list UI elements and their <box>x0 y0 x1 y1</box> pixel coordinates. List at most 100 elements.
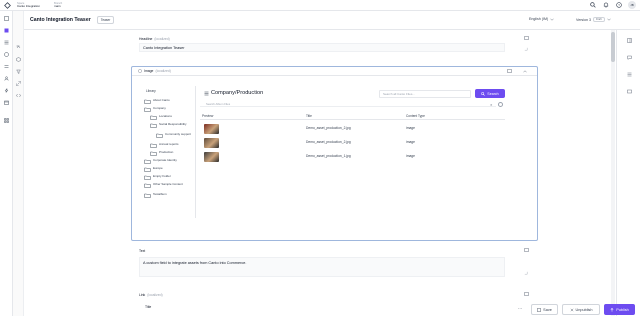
editor-main: Headline (localized) Canto Integration T… <box>24 30 616 316</box>
code-nav-icon[interactable] <box>15 92 22 98</box>
table-row[interactable]: Demo_asset_production_1.jpg image <box>200 150 505 164</box>
search-icon[interactable] <box>589 1 597 9</box>
folder-name: Community support <box>165 132 192 136</box>
apps-nav-icon[interactable] <box>3 117 10 124</box>
folder-icon <box>144 183 151 188</box>
help-icon[interactable]: ? <box>615 1 623 9</box>
asset-thumbnail <box>204 152 219 162</box>
collapse-icon[interactable] <box>522 68 528 74</box>
link-nav-icon[interactable] <box>15 80 22 86</box>
save-button[interactable]: Save <box>531 304 558 315</box>
folder-icon <box>144 193 151 198</box>
history-panel-icon[interactable] <box>626 71 633 78</box>
content-nav-icon[interactable] <box>3 15 10 22</box>
headline-input[interactable]: Canto Integration Teaser <box>139 43 505 52</box>
table-row[interactable]: Demo_asset_production_2.jpg image <box>200 122 505 136</box>
avatar[interactable]: JB <box>628 1 636 9</box>
album-filter-input[interactable]: Search Album Files <box>200 101 496 107</box>
field-info-icon[interactable] <box>506 68 512 74</box>
folder-name: Social Responsibility <box>159 122 187 126</box>
folder-icon <box>150 143 157 148</box>
column-title[interactable]: Title <box>306 114 312 118</box>
version-select[interactable]: Version 3 Draft <box>576 17 611 22</box>
asset-title: Demo_asset_production_2.jpg <box>306 126 351 130</box>
active-content-nav-icon[interactable] <box>3 27 10 34</box>
field-info-icon[interactable] <box>523 291 529 297</box>
translate-nav-icon[interactable] <box>15 44 22 50</box>
image-label: Image <box>144 69 154 73</box>
text-input[interactable]: A custom field to integrate assets from … <box>139 257 505 277</box>
image-icon <box>138 69 142 73</box>
preview-panel-icon[interactable] <box>626 88 633 95</box>
publish-button[interactable]: Publish <box>604 304 635 315</box>
field-info-icon[interactable] <box>523 35 529 41</box>
folder-tree-item[interactable]: Annual reports <box>150 142 194 148</box>
assets-nav-icon[interactable] <box>3 51 10 58</box>
version-status-badge: Draft <box>592 17 605 22</box>
folder-name: Production <box>159 150 174 154</box>
folder-tree-item[interactable]: Testalbum <box>144 192 194 198</box>
filter-nav-icon[interactable] <box>15 68 22 74</box>
settings-nav-icon[interactable] <box>3 63 10 70</box>
refresh-icon[interactable] <box>498 102 503 107</box>
calendar-nav-icon[interactable] <box>3 99 10 106</box>
table-row[interactable]: Demo_asset_production_2.jpg image <box>200 136 505 150</box>
flash-nav-icon[interactable] <box>3 87 10 94</box>
folder-tree-item[interactable]: Europe <box>144 166 194 172</box>
asset-title: Demo_asset_production_2.jpg <box>306 140 351 144</box>
folder-tree-item[interactable]: Corporate Identity <box>144 158 194 164</box>
folder-icon <box>144 99 151 104</box>
folder-tree-item[interactable]: Community support <box>156 132 194 138</box>
app-logo-icon[interactable] <box>3 1 11 9</box>
chevron-down-icon <box>606 18 611 21</box>
canto-content-pane: Company/Production Search all Canto File… <box>196 86 518 218</box>
space-switcher[interactable]: Space Canto Integration <box>17 2 40 9</box>
primary-nav <box>0 11 13 316</box>
resize-icon[interactable] <box>523 46 529 52</box>
folder-tree-item[interactable]: Production <box>150 150 194 156</box>
folder-tree-item[interactable]: About Canto <box>144 98 194 104</box>
search-button[interactable]: Search <box>475 89 505 98</box>
search-button-label: Search <box>487 91 499 96</box>
folder-tree-item[interactable]: Empty Folder <box>144 174 194 180</box>
list-nav-icon[interactable] <box>3 39 10 46</box>
folder-tree-item[interactable]: Locations <box>150 114 194 120</box>
menu-icon[interactable] <box>204 91 209 96</box>
unpublish-button[interactable]: Unpublish <box>562 304 600 315</box>
folder-name: Corporate Identity <box>153 158 177 162</box>
image-field-header: Image (localized) <box>132 67 537 76</box>
details-panel-icon[interactable] <box>626 37 633 44</box>
folder-path-text: Company/Production <box>211 90 264 96</box>
canto-search-input[interactable]: Search all Canto Files... <box>379 90 471 98</box>
close-icon[interactable]: ✕ <box>490 103 493 107</box>
field-info-icon[interactable] <box>523 247 529 253</box>
text-field-label: Text <box>139 249 146 253</box>
folder-icon <box>150 123 157 128</box>
folder-tree-item[interactable]: Social Responsibility <box>150 122 194 128</box>
asset-content-type: image <box>406 154 415 158</box>
more-actions-button[interactable]: ... <box>518 305 522 311</box>
folder-name: Locations <box>159 114 172 118</box>
column-preview[interactable]: Preview <box>202 114 213 118</box>
svg-text:?: ? <box>618 3 620 7</box>
language-select[interactable]: English (IM) <box>529 17 554 21</box>
cube-nav-icon[interactable] <box>15 56 22 62</box>
folder-tree-item[interactable]: Other Sample Content <box>144 182 194 188</box>
branch-switcher[interactable]: Branch main <box>54 2 62 9</box>
folder-name: Other Sample Content <box>153 182 183 186</box>
editor-scrollbar[interactable] <box>611 30 615 316</box>
folder-tree-item[interactable]: Company <box>144 106 194 112</box>
headline-label: Headline <box>139 37 153 41</box>
model-badge: Teaser <box>96 16 115 24</box>
people-nav-icon[interactable] <box>3 75 10 82</box>
column-content-type[interactable]: Content Type <box>406 114 425 118</box>
resize-icon[interactable] <box>523 270 529 276</box>
scrollbar-thumb[interactable] <box>611 32 615 62</box>
headline-field: Headline (localized) Canto Integration T… <box>131 35 538 59</box>
comments-panel-icon[interactable] <box>626 54 633 61</box>
folder-name: Company <box>153 106 166 110</box>
bell-icon[interactable] <box>602 1 610 9</box>
folder-name: About Canto <box>153 98 170 102</box>
asset-content-type: image <box>406 126 415 130</box>
folder-name: Empty Folder <box>153 174 171 178</box>
